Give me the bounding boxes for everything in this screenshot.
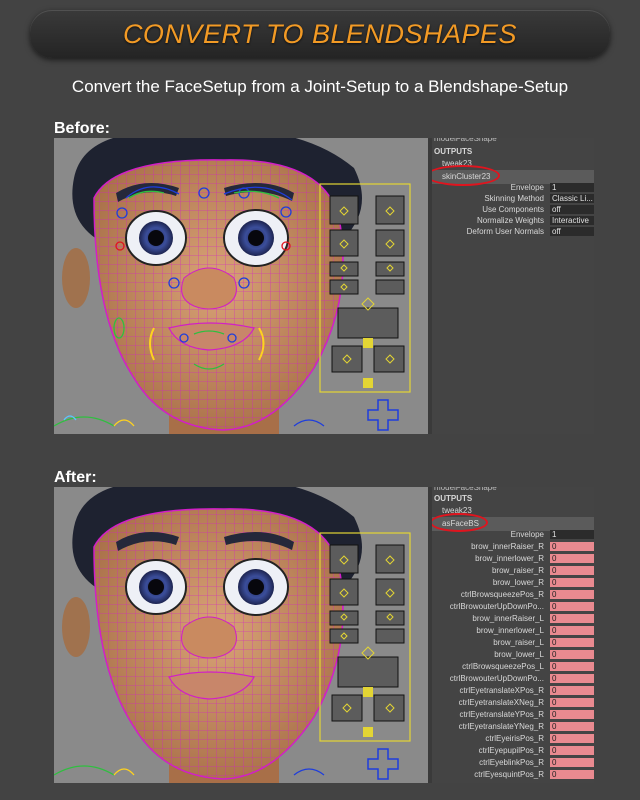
- attr-row[interactable]: brow_innerlower_R 0: [432, 554, 594, 564]
- attr-row[interactable]: brow_raiser_L 0: [432, 638, 594, 648]
- attr-row[interactable]: ctrlEyetranslateXPos_R 0: [432, 686, 594, 696]
- attr-row[interactable]: Envelope 1: [432, 183, 594, 193]
- attr-value[interactable]: 0: [550, 746, 594, 755]
- before-channel-box: modelFaceShape OUTPUTS tweak23 skinClust…: [432, 138, 594, 434]
- attr-name: Use Components: [482, 205, 544, 214]
- after-label: After:: [54, 469, 97, 486]
- attr-value[interactable]: 0: [550, 590, 594, 599]
- attr-value[interactable]: 0: [550, 650, 594, 659]
- attr-name: brow_raiser_L: [493, 638, 544, 647]
- cb-outputs-header: OUTPUTS: [434, 494, 473, 503]
- attr-value[interactable]: 0: [550, 770, 594, 779]
- attr-value[interactable]: off: [550, 205, 594, 214]
- attr-row[interactable]: Deform User Normals off: [432, 227, 594, 237]
- attr-value[interactable]: 0: [550, 602, 594, 611]
- attr-row[interactable]: brow_innerRaiser_R 0: [432, 542, 594, 552]
- attr-name: ctrlBrowsqueezePos_L: [462, 662, 544, 671]
- attr-row[interactable]: ctrlBrowouterUpDownPo... 0: [432, 674, 594, 684]
- attr-name: Envelope: [510, 530, 544, 539]
- attr-row[interactable]: ctrlEyetranslateYNeg_R 0: [432, 722, 594, 732]
- attr-name: ctrlBrowouterUpDownPo...: [449, 674, 544, 683]
- attr-name: brow_innerRaiser_L: [472, 614, 544, 623]
- attr-row[interactable]: brow_innerlower_L 0: [432, 626, 594, 636]
- attr-row[interactable]: ctrlBrowsqueezePos_R 0: [432, 590, 594, 600]
- attr-row[interactable]: brow_innerRaiser_L 0: [432, 614, 594, 624]
- attr-name: ctrlBrowsqueezePos_R: [460, 590, 544, 599]
- attr-row[interactable]: Skinning Method Classic Li...: [432, 194, 594, 204]
- attr-name: ctrlBrowouterUpDownPo...: [449, 602, 544, 611]
- attr-value[interactable]: 0: [550, 566, 594, 575]
- attr-name: ctrlEyetranslateYPos_R: [459, 710, 544, 719]
- attr-value[interactable]: Interactive: [550, 216, 594, 225]
- attr-name: brow_raiser_R: [491, 566, 544, 575]
- attr-name: ctrlEyetranslateYNeg_R: [458, 722, 544, 731]
- attr-name: brow_innerlower_L: [476, 626, 544, 635]
- attr-row[interactable]: ctrlBrowsqueezePos_L 0: [432, 662, 594, 672]
- attr-value[interactable]: off: [550, 227, 594, 236]
- attr-row[interactable]: Normalize Weights Interactive: [432, 216, 594, 226]
- attr-name: ctrlEyeblinkPos_R: [479, 758, 544, 767]
- attr-row[interactable]: ctrlBrowouterUpDownPo... 0: [432, 602, 594, 612]
- cb-shape-name: modelFaceShape: [434, 487, 497, 492]
- attr-row-envelope[interactable]: Envelope 1: [432, 530, 594, 540]
- after-panel: modelFaceShape OUTPUTS tweak23 asFaceBS …: [54, 487, 594, 783]
- before-face-render: [54, 138, 411, 434]
- attr-row[interactable]: ctrlEyetranslateXNeg_R 0: [432, 698, 594, 708]
- cb-outputs-header: OUTPUTS: [434, 147, 473, 156]
- attr-row[interactable]: ctrlEyetranslateYPos_R 0: [432, 710, 594, 720]
- title-banner: CONVERT TO BLENDSHAPES: [30, 10, 610, 58]
- after-channel-box: modelFaceShape OUTPUTS tweak23 asFaceBS …: [432, 487, 594, 783]
- attr-name: Skinning Method: [484, 194, 544, 203]
- attr-name: ctrlEyesquintPos_R: [474, 770, 544, 779]
- attr-row[interactable]: brow_lower_L 0: [432, 650, 594, 660]
- attr-value[interactable]: 1: [550, 530, 594, 539]
- attr-value[interactable]: 0: [550, 698, 594, 707]
- attr-row[interactable]: ctrlEyepupilPos_R 0: [432, 746, 594, 756]
- attr-value[interactable]: 0: [550, 614, 594, 623]
- attr-value[interactable]: 0: [550, 674, 594, 683]
- before-panel: modelFaceShape OUTPUTS tweak23 skinClust…: [54, 138, 594, 434]
- attr-value[interactable]: 0: [550, 710, 594, 719]
- attr-row[interactable]: brow_lower_R 0: [432, 578, 594, 588]
- attr-name: brow_lower_L: [494, 650, 544, 659]
- attr-value[interactable]: 0: [550, 638, 594, 647]
- before-label: Before:: [54, 120, 111, 137]
- cb-shape-name: modelFaceShape: [434, 138, 497, 143]
- after-viewport[interactable]: [54, 487, 428, 783]
- attr-name: brow_innerRaiser_R: [471, 542, 544, 551]
- attr-name: Envelope: [510, 183, 544, 192]
- page-subtitle: Convert the FaceSetup from a Joint-Setup…: [71, 77, 569, 96]
- attr-value[interactable]: 0: [550, 662, 594, 671]
- attr-row[interactable]: ctrlEyeirisPos_R 0: [432, 734, 594, 744]
- attr-row[interactable]: ctrlEyesquintPos_R 0: [432, 770, 594, 780]
- attr-name: ctrlEyepupilPos_R: [478, 746, 544, 755]
- attr-value[interactable]: 0: [550, 554, 594, 563]
- attr-value[interactable]: 0: [550, 626, 594, 635]
- attr-value[interactable]: 0: [550, 758, 594, 767]
- attr-value[interactable]: 0: [550, 542, 594, 551]
- attr-value[interactable]: 0: [550, 734, 594, 743]
- attr-name: brow_lower_R: [492, 578, 544, 587]
- attr-name: Normalize Weights: [477, 216, 544, 225]
- attr-name: ctrlEyetranslateXNeg_R: [458, 698, 544, 707]
- attr-value[interactable]: 0: [550, 578, 594, 587]
- attr-name: ctrlEyeirisPos_R: [485, 734, 544, 743]
- attr-value[interactable]: 0: [550, 722, 594, 731]
- after-face-render: [54, 487, 411, 783]
- attr-name: Deform User Normals: [466, 227, 544, 236]
- attr-row[interactable]: ctrlEyeblinkPos_R 0: [432, 758, 594, 768]
- attr-value[interactable]: 0: [550, 686, 594, 695]
- attr-row[interactable]: brow_raiser_R 0: [432, 566, 594, 576]
- attr-name: brow_innerlower_R: [475, 554, 544, 563]
- attr-value[interactable]: 1: [550, 183, 594, 192]
- page-title: CONVERT TO BLENDSHAPES: [122, 18, 518, 49]
- attr-value[interactable]: Classic Li...: [550, 194, 594, 203]
- attr-row[interactable]: Use Components off: [432, 205, 594, 215]
- before-viewport[interactable]: [54, 138, 428, 434]
- attr-name: ctrlEyetranslateXPos_R: [459, 686, 544, 695]
